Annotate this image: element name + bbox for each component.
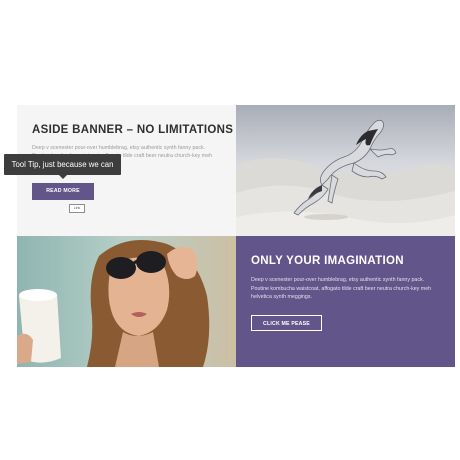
imagination-title: ONLY YOUR IMAGINATION [251, 255, 404, 267]
banner-grid: ASIDE BANNER – NO LIMITATIONS Deep v sce… [17, 105, 455, 367]
tooltip-arrow [59, 175, 67, 179]
link-tag[interactable]: Link [69, 204, 85, 213]
click-me-button[interactable]: CLICK ME PEASE [251, 315, 322, 331]
imagination-description: Deep v scenester pour-over humblebrag, e… [251, 277, 432, 300]
horse-photo [236, 105, 455, 236]
woman-photo [17, 236, 236, 367]
tooltip: Tool Tip, just because we can [4, 154, 121, 175]
aside-banner-title: ASIDE BANNER – NO LIMITATIONS [32, 124, 234, 136]
read-more-button[interactable]: READ MORE [32, 183, 94, 200]
imagination-panel: ONLY YOUR IMAGINATION Deep v scenester p… [236, 236, 455, 367]
